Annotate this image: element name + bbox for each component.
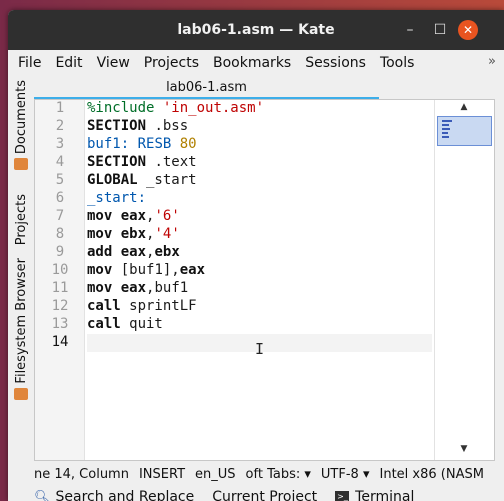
ibeam-cursor-icon: I xyxy=(255,340,265,358)
search-replace-label: Search and Replace xyxy=(55,489,195,501)
tool-view-bar: 🔍︎ Search and Replace Current Project >_… xyxy=(34,485,504,501)
indentation-label: oft Tabs: xyxy=(245,466,301,482)
search-icon: 🔍︎ xyxy=(34,489,51,501)
minimap-scrollbar[interactable]: ▲ ▼ xyxy=(434,100,494,460)
menu-bar: File Edit View Projects Bookmarks Sessio… xyxy=(8,50,504,76)
indentation-selector[interactable]: oft Tabs: ▾ xyxy=(246,467,311,482)
menu-tools[interactable]: Tools xyxy=(380,55,415,71)
sidebar-tab-documents[interactable]: Documents xyxy=(10,80,32,171)
kate-window: lab06-1.asm — Kate – ☐ ✕ File Edit View … xyxy=(8,10,504,501)
dictionary-label: en_US xyxy=(195,466,236,482)
minimize-icon[interactable]: – xyxy=(400,20,420,40)
sidebar-tab-filesystem[interactable]: Filesystem Browser xyxy=(10,258,32,400)
maximize-icon[interactable]: ☐ xyxy=(430,20,450,40)
line-number: 1 xyxy=(55,100,65,116)
search-replace-button[interactable]: 🔍︎ Search and Replace xyxy=(34,489,194,501)
line-number: 12 xyxy=(51,298,69,314)
editor-view[interactable]: 1 2 3 4 5 6 7 8 9 10 11 12 13 14 %includ… xyxy=(34,99,495,461)
current-project-button[interactable]: Current Project xyxy=(212,489,317,501)
encoding-selector[interactable]: UTF-8 ▾ xyxy=(321,467,370,482)
line-number: 10 xyxy=(51,262,69,278)
folder-icon xyxy=(14,158,28,171)
line-number: 13 xyxy=(51,316,69,332)
sidebar-projects-label: Projects xyxy=(13,194,29,246)
menu-view[interactable]: View xyxy=(97,55,130,71)
code-line: mov eax,buf1 xyxy=(87,280,189,296)
menu-edit[interactable]: Edit xyxy=(55,55,82,71)
line-number-current: 14 xyxy=(51,334,69,350)
menu-sessions[interactable]: Sessions xyxy=(305,55,366,71)
current-project-label: Current Project xyxy=(212,489,318,501)
terminal-icon: >_ xyxy=(335,491,350,501)
status-bar: ne 14, Column INSERT en_US oft Tabs: ▾ U… xyxy=(34,461,504,487)
minimap-line xyxy=(442,128,450,130)
chevron-down-icon: ▾ xyxy=(362,466,370,482)
window-title: lab06-1.asm — Kate xyxy=(177,22,335,38)
code-line: call quit xyxy=(87,316,163,332)
line-number: 2 xyxy=(55,118,65,134)
minimap-line xyxy=(442,124,449,126)
scroll-down-icon[interactable]: ▼ xyxy=(435,444,493,458)
code-line: mov eax,'6' xyxy=(87,208,180,224)
title-bar[interactable]: lab06-1.asm — Kate – ☐ ✕ xyxy=(8,10,504,50)
dictionary-selector[interactable]: en_US xyxy=(195,467,236,482)
code-line: GLOBAL _start xyxy=(87,172,197,188)
chevron-down-icon: ▾ xyxy=(304,466,311,482)
sidebar-tab-projects[interactable]: Projects xyxy=(10,194,32,245)
input-mode[interactable]: INSERT xyxy=(139,467,185,482)
code-line: mov ebx,'4' xyxy=(87,226,180,242)
syntax-selector[interactable]: Intel x86 (NASM xyxy=(380,467,484,482)
line-number: 3 xyxy=(55,136,65,152)
code-line: SECTION .bss xyxy=(87,118,189,134)
folder-icon xyxy=(14,387,28,400)
code-line: buf1: RESB 80 xyxy=(87,136,197,152)
line-number: 11 xyxy=(51,280,69,296)
close-icon[interactable]: ✕ xyxy=(458,20,478,40)
minimap-line xyxy=(442,132,448,134)
code-line: call sprintLF xyxy=(87,298,197,314)
terminal-label: Terminal xyxy=(355,489,415,501)
code-line: _start: xyxy=(87,190,147,206)
minimap-line xyxy=(442,136,449,138)
terminal-button[interactable]: >_ Terminal xyxy=(335,489,414,501)
minimap-viewport[interactable] xyxy=(437,116,492,146)
syntax-label: Intel x86 (NASM xyxy=(379,466,484,482)
encoding-label: UTF-8 xyxy=(320,466,359,482)
line-number: 8 xyxy=(55,226,65,242)
menu-file[interactable]: File xyxy=(18,55,41,71)
line-number-gutter: 1 2 3 4 5 6 7 8 9 10 11 12 13 14 xyxy=(35,100,85,460)
code-line: SECTION .text xyxy=(87,154,197,170)
menu-projects[interactable]: Projects xyxy=(144,55,199,71)
line-number: 9 xyxy=(55,244,65,260)
line-number: 5 xyxy=(55,172,65,188)
code-line: %include 'in_out.asm' xyxy=(87,100,265,116)
sidebar-filesystem-label: Filesystem Browser xyxy=(13,258,29,384)
code-line: add eax,ebx xyxy=(87,244,180,260)
menu-bookmarks[interactable]: Bookmarks xyxy=(213,55,291,71)
scroll-up-icon[interactable]: ▲ xyxy=(435,102,493,116)
menu-overflow-icon[interactable]: » xyxy=(488,54,496,69)
code-area[interactable]: %include 'in_out.asm' SECTION .bss buf1:… xyxy=(87,100,432,460)
line-number: 6 xyxy=(55,190,65,206)
tab-label: lab06-1.asm xyxy=(166,80,247,95)
side-panel: Documents Projects Filesystem Browser xyxy=(8,76,34,406)
minimap-line xyxy=(442,120,452,122)
line-number: 4 xyxy=(55,154,65,170)
cursor-position[interactable]: ne 14, Column xyxy=(34,467,129,482)
line-number: 7 xyxy=(55,208,65,224)
code-line: mov [buf1],eax xyxy=(87,262,206,278)
sidebar-documents-label: Documents xyxy=(13,80,29,155)
